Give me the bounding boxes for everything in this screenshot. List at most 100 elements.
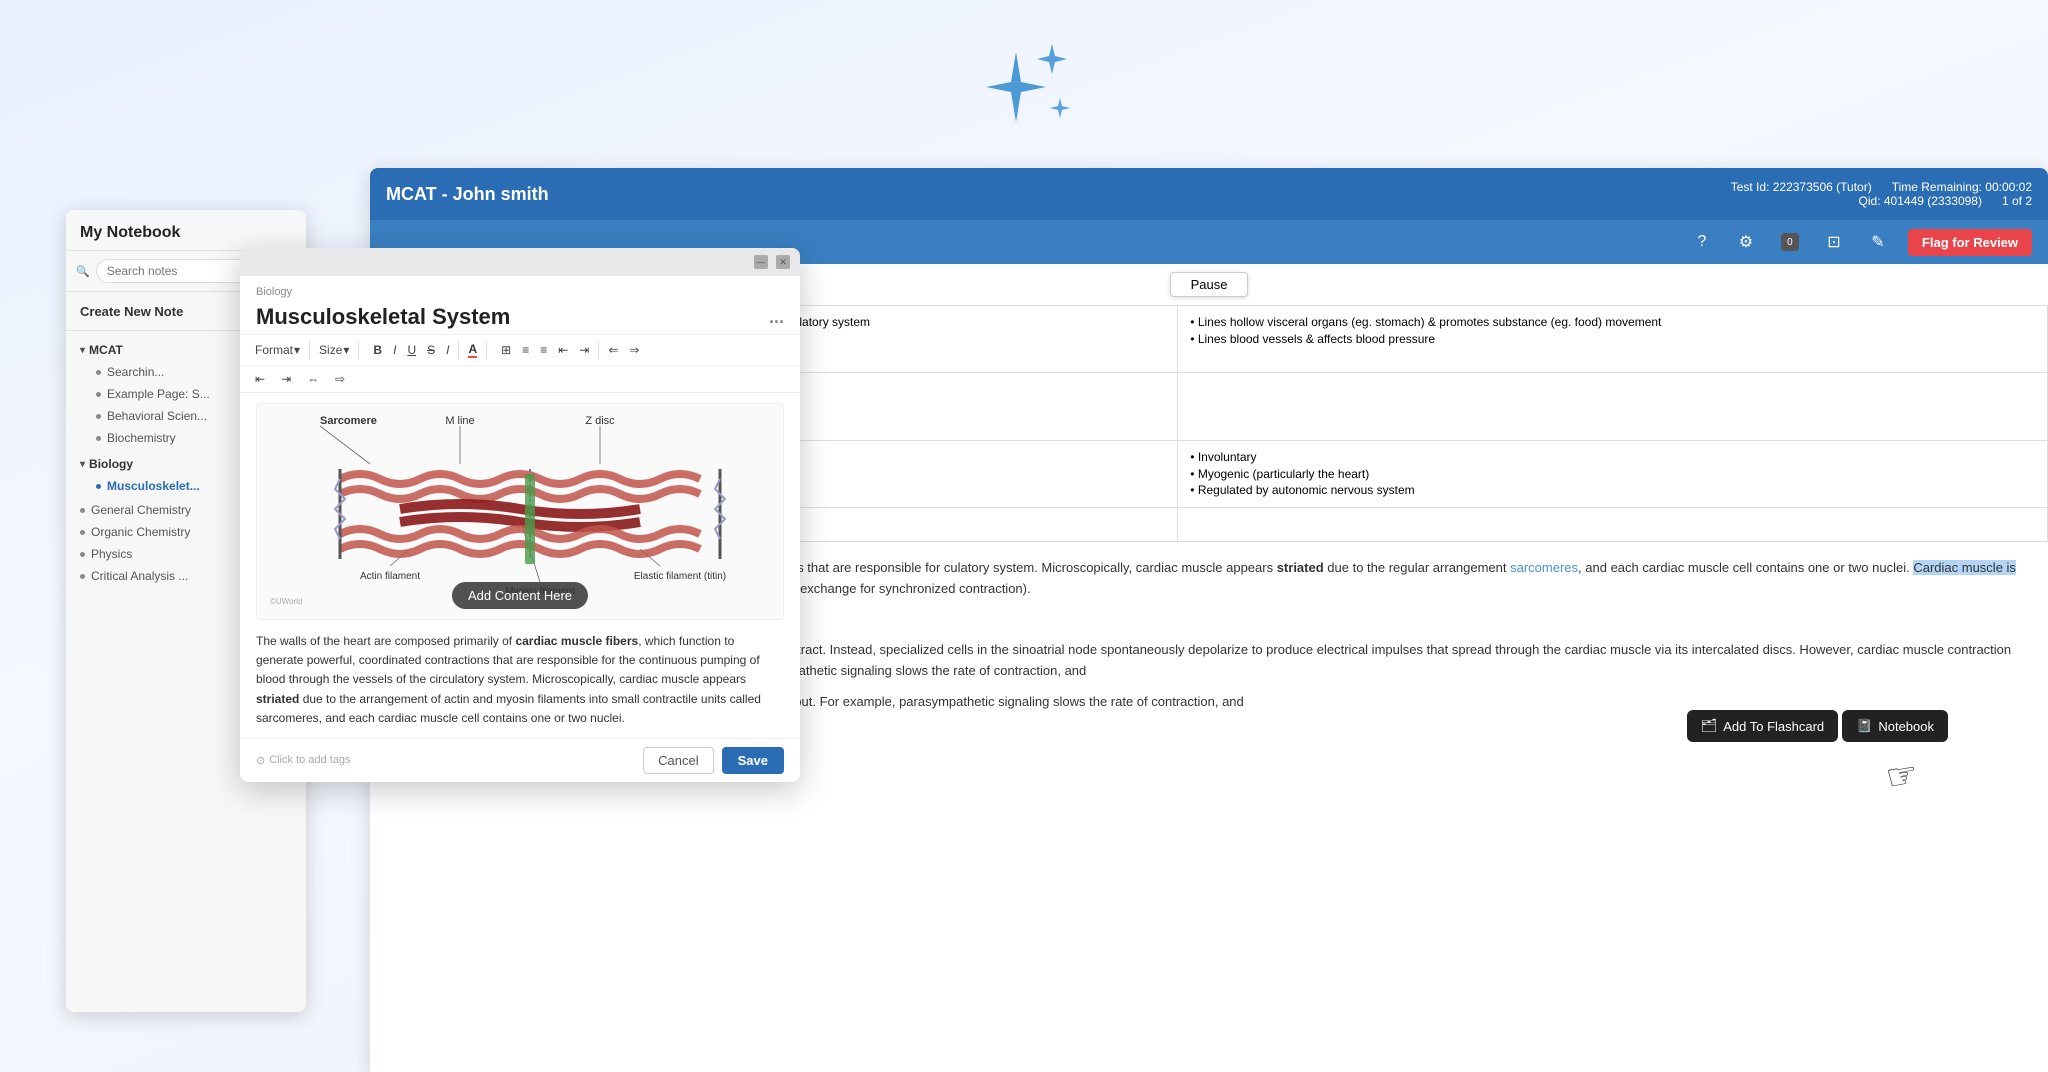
more-options-button[interactable]: ...: [769, 307, 784, 328]
align-left-button[interactable]: ⇐: [603, 340, 623, 360]
tree-child-label: Example Page: S...: [107, 387, 210, 401]
tree-parent-label: MCAT: [89, 343, 123, 357]
note-actions: Cancel Save: [643, 747, 784, 774]
pencil-icon[interactable]: ✎: [1864, 228, 1892, 256]
divider: [486, 341, 487, 359]
table-cell: • Lines hollow visceral organs (eg. stom…: [1178, 306, 2048, 373]
sparkle-icon: [964, 30, 1084, 150]
table-cell: [1178, 373, 2048, 440]
divider: [458, 341, 459, 359]
sarcomeres-link[interactable]: sarcomeres: [1510, 560, 1578, 575]
notebook-button[interactable]: 📓 Notebook: [1842, 710, 1948, 742]
divider: [598, 341, 599, 359]
notebook-toolbar-icon[interactable]: 0: [1776, 228, 1804, 256]
sarcomere-diagram: M line Z disc Sarcomere Actin filament M…: [256, 403, 784, 620]
notebook-header: My Notebook: [66, 210, 306, 251]
divider: [309, 341, 310, 359]
toolbar-r2-btn2[interactable]: ⇥: [276, 369, 296, 389]
save-button[interactable]: Save: [722, 747, 784, 774]
tree-item-label: Organic Chemistry: [91, 525, 190, 539]
tree-child-label: Biochemistry: [107, 431, 176, 445]
add-to-flashcard-button[interactable]: 🗂 Add To Flashcard: [1687, 710, 1838, 742]
note-editor-titlebar: — ✕: [240, 248, 800, 276]
note-body-text[interactable]: The walls of the heart are composed prim…: [256, 632, 784, 728]
dot-icon: [96, 436, 101, 441]
dot-icon: [80, 530, 85, 535]
dot-icon: [96, 414, 101, 419]
exam-header-left: MCAT - John smith: [386, 184, 1731, 205]
dot-icon: [80, 508, 85, 513]
flag-review-button[interactable]: Flag for Review: [1908, 229, 2032, 256]
counter-badge: 0: [1781, 233, 1799, 251]
dot-icon: [96, 392, 101, 397]
exam-header-right: Test Id: 222373506 (Tutor) Time Remainin…: [1731, 180, 2032, 208]
bold-button[interactable]: B: [368, 340, 387, 360]
tree-item-label: Physics: [91, 547, 132, 561]
note-editor-footer: ⊙ Click to add tags Cancel Save: [240, 738, 800, 782]
chevron-down-icon: ▾: [80, 345, 85, 356]
table-cell: [1178, 508, 2048, 542]
toolbar-r2-btn3[interactable]: ⇔: [302, 369, 324, 389]
search-icon: 🔍: [76, 265, 90, 278]
chevron-down-icon: ▾: [80, 459, 85, 470]
z-disc-label: Z disc: [585, 415, 615, 427]
italic-button[interactable]: I: [388, 340, 401, 360]
copyright-label: ©UWorld: [270, 597, 302, 606]
help-icon[interactable]: ?: [1688, 228, 1716, 256]
indent-button[interactable]: ⇥: [574, 340, 594, 360]
layout-icon[interactable]: ⊡: [1820, 228, 1848, 256]
content-actions-popup: 🗂 Add To Flashcard 📓 Notebook: [1687, 710, 1948, 742]
breadcrumb-text: Biology: [256, 286, 292, 298]
dot-icon: [96, 370, 101, 375]
strikethrough-button[interactable]: S: [422, 340, 440, 360]
note-editor-body[interactable]: M line Z disc Sarcomere Actin filament M…: [240, 393, 800, 738]
flashcard-icon: 🗂: [1701, 718, 1718, 734]
note-editor-title-area: Musculoskeletal System ...: [240, 298, 800, 334]
bullet-list-button[interactable]: ≡: [535, 340, 552, 360]
create-new-note-label: Create New Note: [80, 304, 183, 319]
time-label: Time Remaining: 00:00:02: [1892, 180, 2032, 194]
table-button[interactable]: ⊞: [496, 340, 516, 360]
note-toolbar-row2: ⇤ ⇥ ⇔ ⇨: [240, 366, 800, 393]
add-content-badge[interactable]: Add Content Here: [452, 582, 588, 609]
tag-icon: ⊙: [256, 754, 265, 767]
tree-child-label: Searchin...: [107, 365, 164, 379]
exam-meta-row: Test Id: 222373506 (Tutor) Time Remainin…: [1731, 180, 2032, 194]
minimize-icon: —: [757, 257, 766, 267]
sarcomere-label: Sarcomere: [320, 415, 377, 427]
note-tags-area[interactable]: ⊙ Click to add tags: [256, 754, 351, 767]
close-icon: ✕: [779, 257, 787, 268]
numbered-list-button[interactable]: ≡: [517, 340, 534, 360]
exam-header: MCAT - John smith Test Id: 222373506 (Tu…: [370, 168, 2048, 220]
note-editor-modal: — ✕ Biology Musculoskeletal System ... F…: [240, 248, 800, 782]
gear-icon[interactable]: ⚙: [1732, 228, 1760, 256]
minimize-button[interactable]: —: [754, 255, 768, 269]
underline-button[interactable]: U: [402, 340, 421, 360]
chevron-down-icon: ▾: [343, 343, 349, 357]
color-button[interactable]: A: [463, 339, 482, 361]
notebook-title: My Notebook: [80, 224, 180, 241]
toolbar-r2-btn4[interactable]: ⇨: [330, 369, 350, 389]
sparkle-area: [964, 30, 1084, 150]
format-buttons-group: B I U S I A: [368, 339, 490, 361]
size-dropdown[interactable]: Size ▾: [314, 340, 354, 360]
tags-placeholder: Click to add tags: [269, 754, 350, 766]
dot-icon: [80, 552, 85, 557]
test-id-label: Test Id: 222373506 (Tutor): [1731, 180, 1872, 194]
cancel-button[interactable]: Cancel: [643, 747, 713, 774]
pause-button[interactable]: Pause: [1170, 272, 1249, 297]
format-dropdown[interactable]: Format ▾: [250, 340, 305, 360]
m-line-label: M line: [445, 415, 474, 427]
table-cell: • Involuntary• Myogenic (particularly th…: [1178, 440, 2048, 507]
outdent-button[interactable]: ⇤: [553, 340, 573, 360]
italic2-button[interactable]: I: [441, 340, 454, 360]
note-toolbar: Format ▾ Size ▾ B I U S I A ⊞ ≡ ≡: [240, 334, 800, 366]
close-button[interactable]: ✕: [776, 255, 790, 269]
toolbar-r2-btn1[interactable]: ⇤: [250, 369, 270, 389]
chevron-down-icon: ▾: [294, 343, 300, 357]
table-list-group: ⊞ ≡ ≡ ⇤ ⇥ ⇐ ⇒: [496, 340, 644, 360]
align-right-button[interactable]: ⇒: [624, 340, 644, 360]
note-title: Musculoskeletal System: [256, 304, 510, 330]
tree-parent-label: Biology: [89, 457, 133, 471]
exam-title: MCAT - John smith: [386, 184, 549, 204]
